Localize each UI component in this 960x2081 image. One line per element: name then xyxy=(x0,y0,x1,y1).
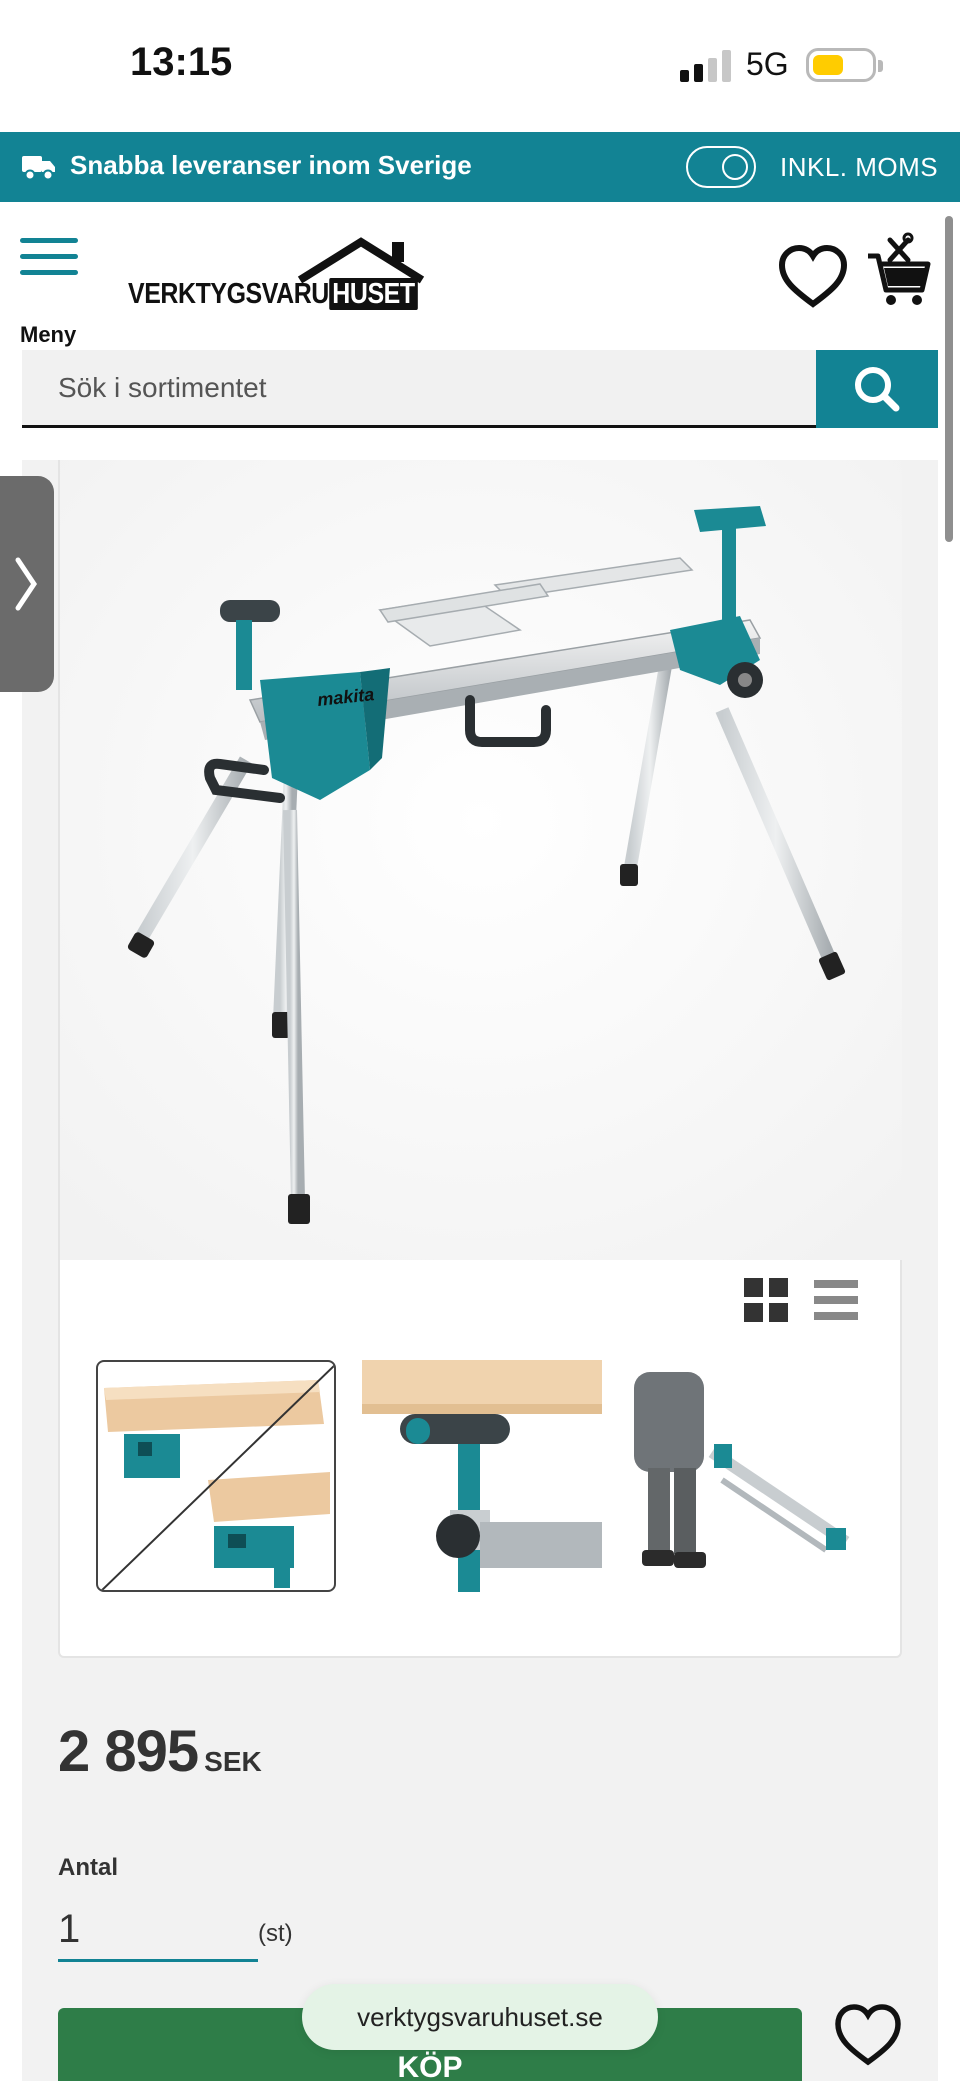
chevron-right-icon xyxy=(15,557,38,611)
browser-url-pill[interactable]: verktygsvaruhuset.se xyxy=(302,1984,658,2050)
vat-label[interactable]: INKL. MOMS xyxy=(780,152,938,183)
wishlist-heart-icon[interactable] xyxy=(776,242,850,312)
price-currency: SEK xyxy=(204,1746,262,1777)
cart-icon[interactable] xyxy=(864,232,932,310)
status-bar: 13:15 5G xyxy=(0,0,960,132)
menu-button[interactable]: Meny xyxy=(16,232,86,347)
search-input[interactable] xyxy=(22,350,816,428)
product-price: 2 895 SEK xyxy=(58,1718,262,1785)
site-logo[interactable]: VERKTYGSVARU HUSET xyxy=(128,236,428,316)
site-header: Meny VERKTYGSVARU HUSET xyxy=(0,202,960,460)
quantity-label: Antal xyxy=(58,1854,118,1881)
vat-toggle[interactable] xyxy=(686,146,756,188)
thumbnail-3[interactable] xyxy=(626,1360,866,1592)
add-to-wishlist-icon[interactable] xyxy=(832,2002,904,2068)
promo-text: Snabba leveranser inom Sverige xyxy=(70,150,472,180)
network-label: 5G xyxy=(746,46,789,82)
price-value: 2 895 xyxy=(58,1719,199,1784)
status-time: 13:15 xyxy=(130,40,233,84)
signal-icon xyxy=(680,50,732,82)
grid-view-icon[interactable] xyxy=(744,1278,788,1322)
side-drawer-tab[interactable] xyxy=(0,476,54,692)
thumbnail-1[interactable] xyxy=(96,1360,336,1592)
thumbnail-2[interactable] xyxy=(362,1360,602,1592)
search-icon xyxy=(855,367,900,412)
quantity-input[interactable] xyxy=(58,1900,258,1962)
product-main-image[interactable]: makita xyxy=(60,460,902,1260)
search-button[interactable] xyxy=(816,350,938,428)
list-view-icon[interactable] xyxy=(814,1278,858,1322)
page-scrollbar[interactable] xyxy=(945,216,953,542)
product-gallery: makita xyxy=(58,460,902,1658)
menu-label: Meny xyxy=(20,322,77,347)
truck-icon xyxy=(22,156,55,181)
promo-bar: Snabba leveranser inom Sverige INKL. MOM… xyxy=(0,132,960,202)
search-form xyxy=(22,350,938,428)
house-roof-icon xyxy=(297,237,425,284)
logo-text: VERKTYGSVARU HUSET xyxy=(128,278,419,311)
battery-icon xyxy=(806,48,883,82)
quantity-unit: (st) xyxy=(258,1920,293,1947)
